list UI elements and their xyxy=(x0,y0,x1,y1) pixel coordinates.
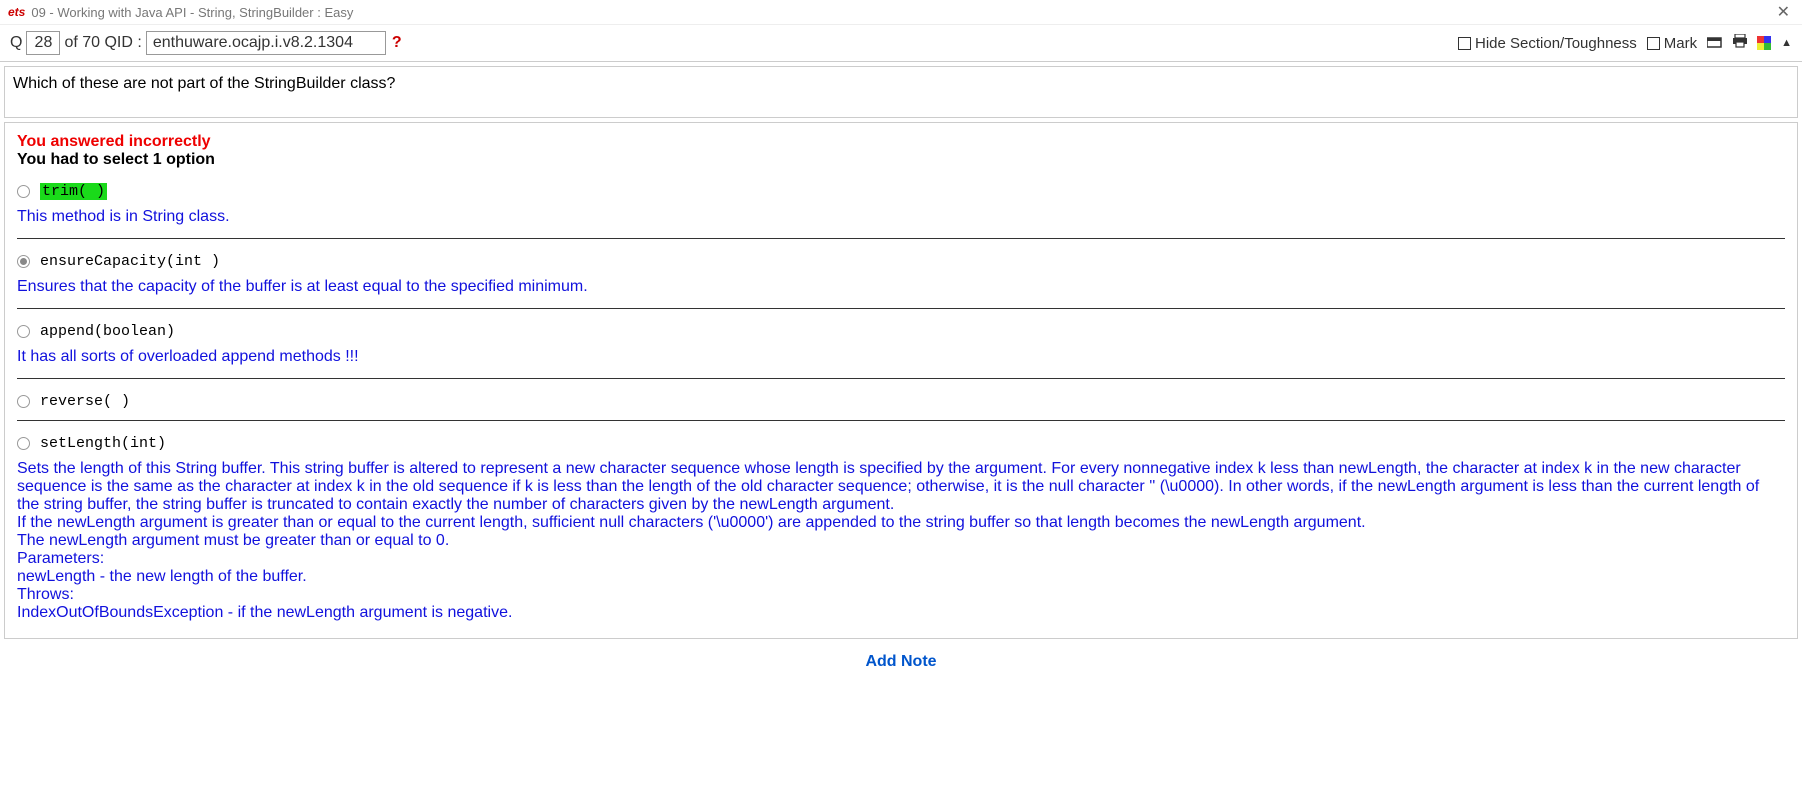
q-prefix: Q xyxy=(10,34,22,52)
option-code: trim( ) xyxy=(40,183,107,200)
window-title: 09 - Working with Java API - String, Str… xyxy=(31,5,353,20)
answer-option: trim( ) This method is in String class. xyxy=(17,179,1785,234)
add-note-button[interactable]: Add Note xyxy=(0,643,1802,675)
option-explanation: Sets the length of this String buffer. T… xyxy=(17,460,1785,622)
window-restore-icon[interactable] xyxy=(1707,35,1723,52)
mark-label: Mark xyxy=(1664,35,1697,52)
of-label: of 70 QID : xyxy=(64,34,141,52)
print-icon[interactable] xyxy=(1733,34,1747,52)
question-text: Which of these are not part of the Strin… xyxy=(13,75,395,92)
window-close-button[interactable]: ✕ xyxy=(1773,2,1794,22)
answer-option: setLength(int) Sets the length of this S… xyxy=(17,431,1785,630)
radio-icon[interactable] xyxy=(17,255,30,268)
feedback-wrong: You answered incorrectly xyxy=(17,133,1785,151)
answer-option: reverse( ) xyxy=(17,389,1785,416)
answer-option: ensureCapacity(int ) Ensures that the ca… xyxy=(17,249,1785,304)
display-colors-icon[interactable] xyxy=(1757,36,1771,50)
window-titlebar: ets 09 - Working with Java API - String,… xyxy=(0,0,1802,25)
option-code: append(boolean) xyxy=(40,323,175,340)
mark-checkbox[interactable]: Mark xyxy=(1647,35,1697,52)
feedback-instruction: You had to select 1 option xyxy=(17,151,1785,169)
question-navbar: Q 28 of 70 QID : enthuware.ocajp.i.v8.2.… xyxy=(0,25,1802,62)
option-explanation: This method is in String class. xyxy=(17,208,1785,226)
scroll-up-caret[interactable]: ▲ xyxy=(1781,37,1792,49)
hide-section-label: Hide Section/Toughness xyxy=(1475,35,1637,52)
checkbox-icon xyxy=(1647,37,1660,50)
app-brand: ets xyxy=(8,5,25,19)
separator xyxy=(17,378,1785,379)
option-explanation: It has all sorts of overloaded append me… xyxy=(17,348,1785,366)
answer-panel: You answered incorrectly You had to sele… xyxy=(4,122,1798,639)
option-code: ensureCapacity(int ) xyxy=(40,253,220,270)
radio-icon[interactable] xyxy=(17,395,30,408)
radio-icon[interactable] xyxy=(17,325,30,338)
answer-option: append(boolean) It has all sorts of over… xyxy=(17,319,1785,374)
qid-help-icon[interactable]: ? xyxy=(392,34,402,52)
radio-icon[interactable] xyxy=(17,185,30,198)
option-explanation: Ensures that the capacity of the buffer … xyxy=(17,278,1785,296)
option-code: reverse( ) xyxy=(40,393,130,410)
radio-icon[interactable] xyxy=(17,437,30,450)
separator xyxy=(17,420,1785,421)
qid-input[interactable]: enthuware.ocajp.i.v8.2.1304 xyxy=(146,31,386,55)
option-code: setLength(int) xyxy=(40,435,166,452)
separator xyxy=(17,308,1785,309)
question-number-input[interactable]: 28 xyxy=(26,31,60,55)
question-panel: Which of these are not part of the Strin… xyxy=(4,66,1798,118)
separator xyxy=(17,238,1785,239)
hide-section-checkbox[interactable]: Hide Section/Toughness xyxy=(1458,35,1637,52)
checkbox-icon xyxy=(1458,37,1471,50)
